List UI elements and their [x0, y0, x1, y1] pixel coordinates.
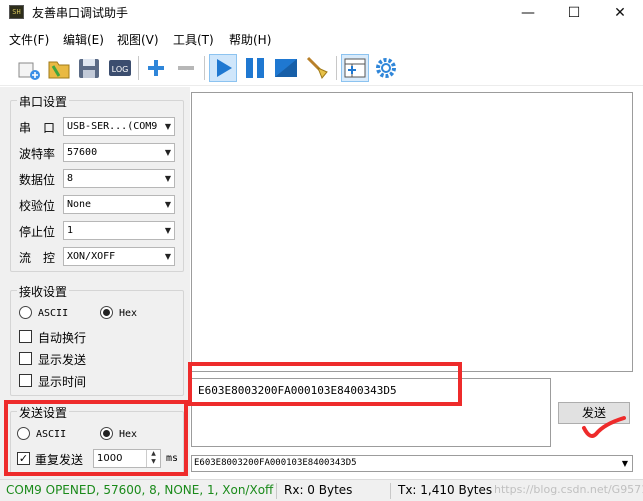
- menu-help[interactable]: 帮助(H): [229, 31, 271, 48]
- send-history-select[interactable]: E603E8003200FA000103E8400343D5 ▼: [191, 455, 633, 472]
- clear-icon[interactable]: [304, 54, 332, 82]
- receive-textarea[interactable]: [191, 92, 633, 372]
- port-label: 串 口: [19, 121, 56, 135]
- status-divider: [276, 483, 277, 499]
- menu-tools[interactable]: 工具(T): [173, 31, 214, 48]
- port-value: USB-SER...(COM9: [67, 121, 158, 132]
- parity-label: 校验位: [19, 199, 56, 213]
- add-icon[interactable]: [142, 54, 170, 82]
- log-icon-label: LOG: [112, 65, 129, 74]
- play-icon[interactable]: [209, 54, 237, 82]
- menu-edit[interactable]: 编辑(E): [63, 31, 104, 48]
- menu-bar: 文件(F) 编辑(E) 视图(V) 工具(T) 帮助(H): [0, 28, 643, 48]
- remove-icon[interactable]: [172, 54, 200, 82]
- toolbar-separator: [204, 56, 205, 80]
- new-icon[interactable]: [14, 54, 42, 82]
- close-button[interactable]: ✕: [597, 0, 643, 27]
- parity-select[interactable]: None ▼: [63, 195, 175, 214]
- receive-settings-title: 接收设置: [17, 283, 70, 300]
- toolbar-separator: [336, 56, 337, 80]
- stopbits-label: 停止位: [19, 225, 56, 239]
- title-bar: SH 友善串口调试助手 — ☐ ✕: [0, 0, 643, 27]
- baud-select[interactable]: 57600 ▼: [63, 143, 175, 162]
- flow-value: XON/XOFF: [67, 251, 116, 262]
- watermark: https://blog.csdn.net/G957138: [494, 483, 643, 496]
- checkmark-annotation-icon: [582, 416, 626, 438]
- show-time-checkbox[interactable]: [19, 374, 32, 387]
- toolbar: LOG: [0, 50, 643, 86]
- port-select[interactable]: USB-SER...(COM9 ▼: [63, 117, 175, 136]
- pause-icon[interactable]: [241, 54, 269, 82]
- tx-count: Tx: 1,410 Bytes: [398, 483, 493, 497]
- receive-hex-label: Hex: [119, 308, 138, 319]
- serial-settings-group: 串口设置 串 口 USB-SER...(COM9 ▼ 波特率 57600 ▼ 数据位…: [10, 93, 184, 272]
- chevron-down-icon: ▼: [621, 459, 628, 468]
- databits-value: 8: [67, 173, 74, 184]
- databits-select[interactable]: 8 ▼: [63, 169, 175, 188]
- chevron-down-icon: ▼: [164, 200, 171, 209]
- log-icon[interactable]: LOG: [106, 54, 134, 82]
- baud-value: 57600: [67, 147, 98, 158]
- stopbits-value: 1: [67, 225, 74, 236]
- show-time-label: 显示时间: [38, 375, 87, 389]
- receive-ascii-label: ASCII: [38, 308, 69, 319]
- auto-wrap-label: 自动换行: [38, 331, 87, 345]
- receive-settings-group: 接收设置 ASCII Hex 自动换行 显示发送 显示时间: [10, 283, 184, 396]
- receive-ascii-radio[interactable]: [19, 306, 32, 319]
- serial-settings-title: 串口设置: [17, 93, 70, 110]
- databits-label: 数据位: [19, 173, 56, 187]
- receive-hex-radio[interactable]: [100, 306, 113, 319]
- port-status: COM9 OPENED, 57600, 8, NONE, 1, Xon/Xoff: [6, 483, 274, 497]
- show-send-checkbox[interactable]: [19, 352, 32, 365]
- app-icon: SH: [9, 5, 24, 19]
- chevron-down-icon: ▼: [164, 252, 171, 261]
- window-title: 友善串口调试助手: [32, 6, 129, 20]
- send-history-value: E603E8003200FA000103E8400343D5: [194, 458, 357, 468]
- rx-count: Rx: 0 Bytes: [284, 483, 353, 497]
- send-text-highlight: [188, 362, 462, 406]
- status-divider: [390, 483, 391, 499]
- baud-label: 波特率: [19, 147, 56, 161]
- minimize-button[interactable]: —: [505, 0, 551, 27]
- settings-icon[interactable]: [372, 54, 400, 82]
- save-icon[interactable]: [75, 54, 103, 82]
- menu-view[interactable]: 视图(V): [117, 31, 159, 48]
- maximize-button[interactable]: ☐: [551, 0, 597, 27]
- auto-wrap-checkbox[interactable]: [19, 330, 32, 343]
- send-settings-highlight: [4, 400, 188, 476]
- stopbits-select[interactable]: 1 ▼: [63, 221, 175, 240]
- chevron-down-icon: ▼: [164, 174, 171, 183]
- chevron-down-icon: ▼: [164, 148, 171, 157]
- status-bar: COM9 OPENED, 57600, 8, NONE, 1, Xon/Xoff…: [0, 479, 643, 501]
- flow-select[interactable]: XON/XOFF ▼: [63, 247, 175, 266]
- chevron-down-icon: ▼: [164, 226, 171, 235]
- open-icon[interactable]: [45, 54, 73, 82]
- menu-file[interactable]: 文件(F): [9, 31, 49, 48]
- toolbar-separator: [138, 56, 139, 80]
- chevron-down-icon: ▼: [164, 122, 171, 131]
- parity-value: None: [67, 199, 92, 210]
- layout-icon[interactable]: [341, 54, 369, 82]
- show-send-label: 显示发送: [38, 353, 87, 367]
- flow-label: 流 控: [19, 251, 56, 265]
- stop-icon[interactable]: [272, 54, 300, 82]
